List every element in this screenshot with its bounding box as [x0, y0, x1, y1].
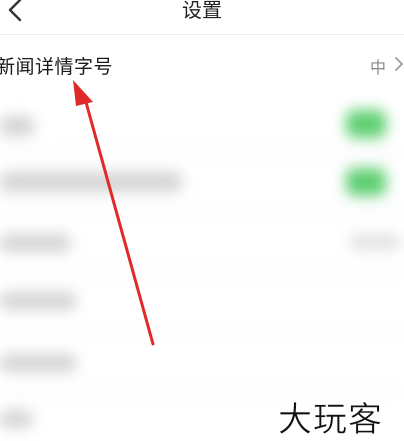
toggle-switch[interactable]	[346, 110, 386, 138]
blurred-row-label	[0, 354, 76, 372]
settings-row-label: 新闻详情字号	[0, 56, 114, 78]
chevron-right-icon	[395, 57, 403, 71]
row-divider	[0, 152, 404, 154]
watermark-text: 大玩客	[278, 400, 383, 441]
blurred-row-label	[0, 234, 70, 252]
back-button[interactable]	[2, 0, 32, 24]
blurred-row-label	[0, 292, 76, 310]
blurred-settings-list	[0, 92, 404, 439]
row-divider	[0, 212, 404, 214]
page-title: 设置	[182, 0, 222, 22]
blurred-row-value	[350, 234, 400, 250]
blurred-row-label	[0, 410, 32, 428]
header-bar: 设置	[0, 0, 404, 26]
chevron-left-icon	[8, 0, 22, 22]
blurred-row-label	[0, 116, 34, 136]
toggle-switch[interactable]	[346, 168, 386, 196]
header-divider	[0, 34, 404, 35]
blurred-row-label	[0, 172, 182, 192]
row-divider	[0, 272, 404, 274]
settings-row-value: 中	[370, 58, 387, 77]
row-divider	[0, 330, 404, 332]
